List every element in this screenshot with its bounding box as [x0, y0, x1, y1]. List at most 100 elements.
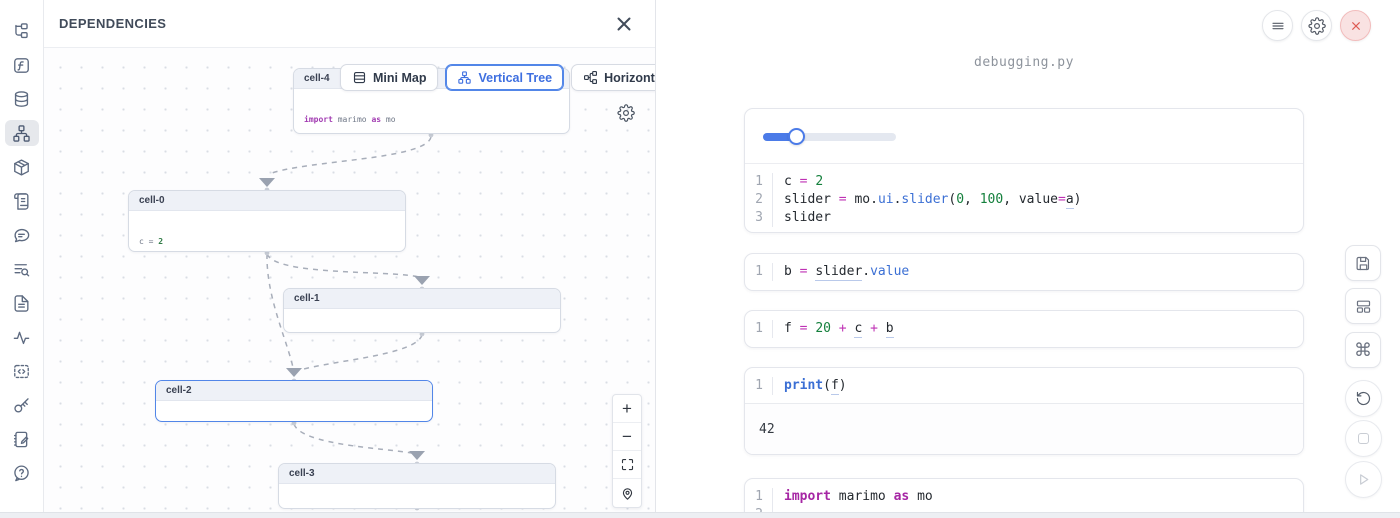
- trace-search-icon[interactable]: [5, 256, 39, 282]
- line-number: 2: [745, 191, 773, 209]
- close-panel-button[interactable]: [613, 13, 635, 35]
- mini-map-icon: [352, 70, 367, 85]
- edge-cell0-cell1: [267, 254, 419, 277]
- undo-button[interactable]: [1345, 380, 1382, 417]
- stop-button[interactable]: [1345, 420, 1382, 457]
- edge-cell2-cell3: [294, 424, 412, 453]
- dependency-graph-canvas[interactable]: cell-4 import marimo as mo a = 20 cell-0…: [44, 48, 655, 518]
- notebook-cell-f[interactable]: 1f = 20 + c + b: [744, 310, 1304, 348]
- graph-code-line: c = 2: [139, 237, 395, 247]
- graph-node-title: cell-2: [156, 381, 432, 401]
- code-line: 1b = slider.value: [745, 263, 1303, 281]
- packages-icon[interactable]: [5, 154, 39, 180]
- close-icon: [617, 17, 631, 31]
- line-number: 1: [745, 488, 773, 506]
- notebook-filename[interactable]: debugging.py: [744, 55, 1304, 70]
- notebook-area: debugging.py 1c = 2 2slider = mo.ui.slid…: [656, 0, 1400, 518]
- cell-console-output: 42: [745, 403, 1303, 455]
- minus-icon: −: [622, 427, 632, 447]
- documentation-icon[interactable]: [5, 290, 39, 316]
- scratchpad-icon[interactable]: [5, 426, 39, 452]
- horizontal-tree-button[interactable]: Horizontal Tree: [571, 64, 655, 91]
- code-editor[interactable]: 1b = slider.value: [745, 254, 1303, 289]
- code-line: 1print(f): [745, 377, 1303, 395]
- line-number: 1: [745, 263, 773, 281]
- panel-title: DEPENDENCIES: [59, 16, 166, 31]
- bottom-edge-strip: [0, 512, 1400, 518]
- line-number: 3: [745, 209, 773, 227]
- graph-node-title: cell-3: [279, 464, 555, 484]
- undo-icon: [1355, 390, 1372, 407]
- graph-settings-button[interactable]: [614, 101, 638, 125]
- secrets-key-icon[interactable]: [5, 392, 39, 418]
- code-editor[interactable]: 1c = 2 2slider = mo.ui.slider(0, 100, va…: [745, 164, 1303, 233]
- code-editor[interactable]: 1f = 20 + c + b: [745, 311, 1303, 346]
- graph-view-toolbar: Mini Map Vertical Tree Horizontal Tree: [340, 64, 655, 91]
- notebook-cell-b[interactable]: 1b = slider.value: [744, 253, 1304, 291]
- keyboard-shortcuts-button[interactable]: ⌘: [1345, 332, 1381, 368]
- line-number: 1: [745, 173, 773, 191]
- notebook-actions: [1262, 10, 1371, 41]
- graph-node-cell-3[interactable]: cell-3 print(f): [278, 463, 556, 509]
- snippets-icon[interactable]: [5, 358, 39, 384]
- functions-icon[interactable]: [5, 52, 39, 78]
- fit-view-button[interactable]: [613, 451, 641, 479]
- notebook-settings-button[interactable]: [1301, 10, 1332, 41]
- file-tree-icon[interactable]: [5, 18, 39, 44]
- graph-node-title: cell-1: [284, 289, 560, 309]
- dependencies-icon[interactable]: [5, 120, 39, 146]
- horizontal-tree-icon: [583, 70, 598, 85]
- mini-map-button[interactable]: Mini Map: [340, 64, 438, 91]
- edge-cell4-cell0: [269, 137, 431, 174]
- help-icon[interactable]: [5, 460, 39, 486]
- close-x-icon: [1348, 18, 1364, 34]
- zoom-in-button[interactable]: +: [613, 395, 641, 423]
- layout-icon: [1355, 298, 1372, 315]
- layout-toggle-button[interactable]: [1345, 288, 1381, 324]
- vertical-tree-icon: [457, 70, 472, 85]
- gear-icon: [1308, 17, 1326, 35]
- graph-node-cell-2-selected[interactable]: cell-2 f = 20 + c + b: [155, 380, 433, 422]
- command-icon: ⌘: [1354, 340, 1372, 361]
- plus-icon: +: [622, 399, 632, 419]
- dependencies-panel-header: DEPENDENCIES: [44, 0, 655, 48]
- code-editor[interactable]: 1print(f): [745, 368, 1303, 403]
- dependencies-panel: DEPENDENCIES: [44, 0, 656, 518]
- vertical-tree-button[interactable]: Vertical Tree: [445, 64, 564, 91]
- left-icon-rail: [0, 0, 44, 518]
- play-icon: [1355, 471, 1372, 488]
- graph-code-line: import marimo as mo: [304, 115, 559, 125]
- hamburger-menu-icon: [1270, 18, 1286, 34]
- center-node-button[interactable]: [613, 479, 641, 507]
- notebook-menu-button[interactable]: [1262, 10, 1293, 41]
- slider-widget[interactable]: [763, 128, 896, 145]
- edge-cell1-cell2: [300, 335, 422, 370]
- chat-icon[interactable]: [5, 222, 39, 248]
- graph-zoom-controls: + −: [612, 394, 642, 508]
- cell-output-slider: [745, 109, 1303, 164]
- gear-icon: [617, 104, 635, 122]
- graph-node-title: cell-0: [129, 191, 405, 211]
- line-number: 1: [745, 377, 773, 395]
- database-icon[interactable]: [5, 86, 39, 112]
- activity-icon[interactable]: [5, 324, 39, 350]
- slider-handle[interactable]: [788, 128, 805, 145]
- run-button[interactable]: [1345, 461, 1382, 498]
- code-line: 2slider = mo.ui.slider(0, 100, value=a): [745, 191, 1303, 209]
- location-pin-icon: [620, 486, 635, 501]
- fit-view-icon: [620, 457, 635, 472]
- graph-node-cell-0[interactable]: cell-0 c = 2 slider = mo.ui.slider(0, 10…: [128, 190, 406, 252]
- notebook-cell-slider[interactable]: 1c = 2 2slider = mo.ui.slider(0, 100, va…: [744, 108, 1304, 233]
- graph-node-cell-1[interactable]: cell-1 b = slider.value: [283, 288, 561, 333]
- notebook-cell-print[interactable]: 1print(f) 42: [744, 367, 1304, 455]
- save-button[interactable]: [1345, 245, 1381, 281]
- stop-icon: [1358, 433, 1369, 444]
- code-line: 1c = 2: [745, 173, 1303, 191]
- save-icon: [1355, 255, 1372, 272]
- marimo-app: DEPENDENCIES: [0, 0, 1400, 518]
- logs-scroll-icon[interactable]: [5, 188, 39, 214]
- zoom-out-button[interactable]: −: [613, 423, 641, 451]
- shutdown-button[interactable]: [1340, 10, 1371, 41]
- code-line: 1f = 20 + c + b: [745, 320, 1303, 338]
- code-line: 3slider: [745, 209, 1303, 227]
